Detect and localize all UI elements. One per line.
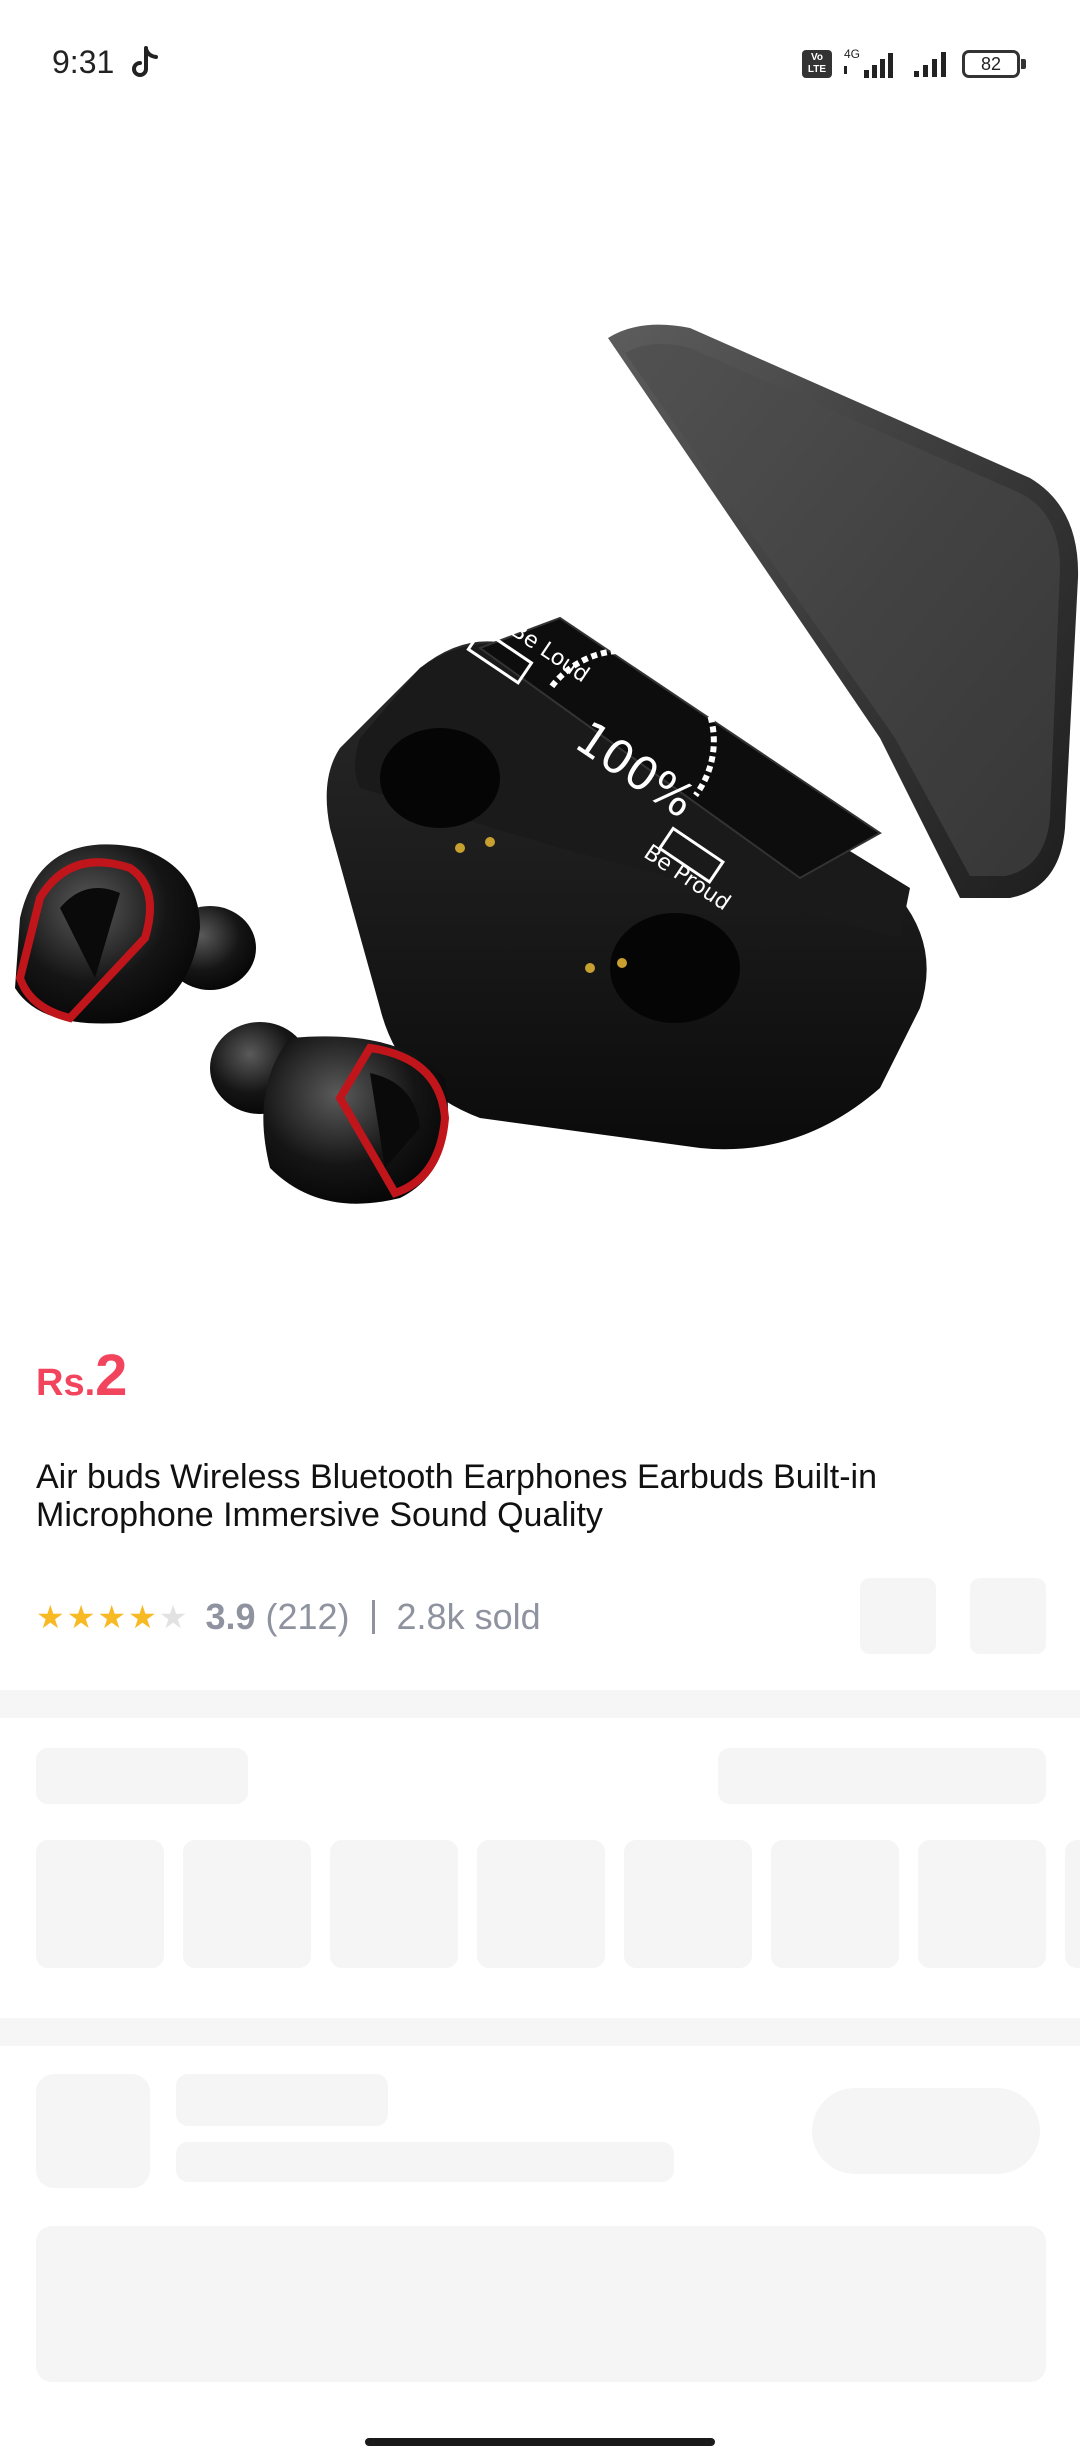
section-divider [0, 1690, 1080, 1718]
product-image[interactable]: Be Loud 100% Be Proud [0, 128, 1080, 1308]
wireless-earbuds-case-illustration: Be Loud 100% Be Proud [15, 324, 1079, 1204]
star-icon: ★ [158, 1599, 188, 1635]
skeleton-variant[interactable] [1065, 1840, 1080, 1968]
skeleton-label [718, 1748, 1046, 1804]
skeleton-label [36, 1748, 248, 1804]
wishlist-button-placeholder[interactable] [970, 1578, 1046, 1654]
price-currency: Rs. [36, 1362, 96, 1404]
home-indicator[interactable] [365, 2438, 715, 2446]
section-divider [0, 2018, 1080, 2046]
status-icons: Vo LTE 4G 82 [802, 44, 1026, 84]
rating-row[interactable]: ★ ★ ★ ★ ★ 3.9 (212) 2.8k sold [36, 1590, 541, 1644]
left-earbud [15, 844, 256, 1024]
skeleton-variant[interactable] [477, 1840, 605, 1968]
rating-value: 3.9 [205, 1596, 256, 1637]
product-title: Air buds Wireless Bluetooth Earphones Ea… [36, 1458, 877, 1534]
skeleton-line [176, 2142, 674, 2182]
star-icon: ★ [66, 1599, 96, 1635]
volte-icon: Vo LTE [802, 50, 832, 78]
star-icon: ★ [128, 1599, 157, 1635]
rating-count[interactable]: (212) [265, 1596, 349, 1638]
rating-stars: ★ ★ ★ ★ ★ [36, 1601, 187, 1633]
skeleton-card [36, 2226, 1046, 2382]
price-value: 2 [95, 1343, 128, 1408]
skeleton-avatar [36, 2074, 150, 2188]
sold-count: 2.8k sold [396, 1596, 541, 1637]
skeleton-variant[interactable] [36, 1840, 164, 1968]
star-icon: ★ [36, 1599, 65, 1635]
skeleton-variant[interactable] [330, 1840, 458, 1968]
status-time: 9:31 [52, 44, 115, 80]
star-icon: ★ [97, 1599, 127, 1635]
network-signal-icon: 4G [844, 47, 893, 78]
tiktok-icon [132, 46, 158, 77]
svg-text:4G: 4G [844, 47, 860, 61]
signal-strength-icon [914, 52, 946, 77]
skeleton-variant[interactable] [918, 1840, 1046, 1968]
status-bar: 9:31 Vo LTE 4G 82 [0, 0, 1080, 128]
skeleton-variant[interactable] [183, 1840, 311, 1968]
battery-icon: 82 [962, 50, 1026, 78]
skeleton-line [176, 2074, 388, 2126]
product-price: Rs. 2 [36, 1342, 127, 1409]
share-button-placeholder[interactable] [860, 1578, 936, 1654]
divider [371, 1600, 375, 1634]
skeleton-button[interactable] [812, 2088, 1040, 2174]
skeleton-variant[interactable] [771, 1840, 899, 1968]
skeleton-variant[interactable] [624, 1840, 752, 1968]
